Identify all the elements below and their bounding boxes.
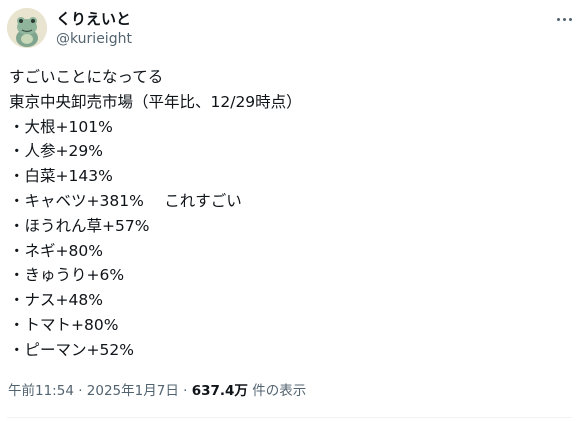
tweet-line-item: ・ほうれん草+57% [9,216,150,235]
tweet-line-heading: 東京中央卸売市場（平年比、12/29時点） [9,92,302,111]
tweet-line-item: ・ピーマン+52% [9,340,134,359]
tweet-text: すごいことになってる 東京中央卸売市場（平年比、12/29時点） ・大根+101… [9,65,569,363]
tweet-time[interactable]: 午前11:54 [8,383,74,399]
divider [7,417,572,418]
views-label: 件の表示 [247,383,307,399]
meta-separator: · [178,383,192,399]
tweet-line-item: ・ネギ+80% [9,241,103,260]
tweet-line-item: ・きゅうり+6% [9,266,125,285]
meta-separator: · [73,383,87,399]
author-display-name[interactable]: くりえいと [56,9,131,29]
tweet-line-item: ・キャベツ+381% これすごい [9,191,242,210]
tweet-line-item: ・トマト+80% [9,315,119,334]
frog-avatar-icon[interactable] [7,8,47,48]
tweet-card: くりえいと @kurieight すごいことになってる 東京中央卸売市場（平年比… [0,0,579,421]
views-count: 637.4万 [191,383,248,399]
tweet-line-item: ・ナス+48% [9,291,103,310]
more-options-icon[interactable] [553,8,575,30]
tweet-line-item: ・大根+101% [9,117,113,136]
tweet-line-intro: すごいことになってる [9,68,164,86]
tweet-meta: 午前11:54 · 2025年1月7日 · 637.4万 件の表示 [8,381,306,401]
tweet-line-item: ・白菜+143% [9,167,113,186]
author-handle[interactable]: @kurieight [56,30,132,48]
tweet-line-item: ・人参+29% [9,142,103,161]
tweet-date[interactable]: 2025年1月7日 [87,383,179,399]
